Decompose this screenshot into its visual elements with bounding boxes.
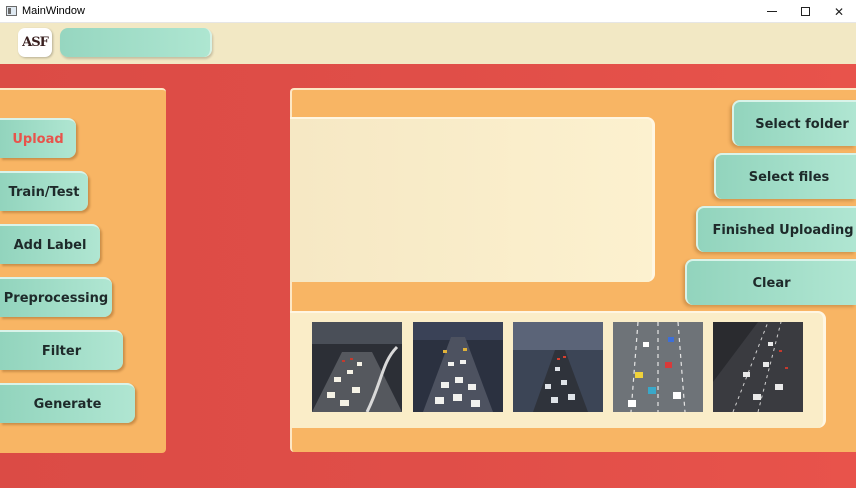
window-title: MainWindow xyxy=(22,5,85,17)
sidebar-item-preprocessing[interactable]: Preprocessing xyxy=(0,277,112,317)
highway-traffic-image-4[interactable] xyxy=(613,322,703,412)
logo-text: ASF xyxy=(22,35,49,50)
sidebar-item-generate[interactable]: Generate xyxy=(0,383,135,423)
close-icon: ✕ xyxy=(833,4,845,19)
header-search-field[interactable] xyxy=(60,28,212,57)
finished-uploading-button[interactable]: Finished Uploading xyxy=(696,206,856,252)
sidebar-item-add-label[interactable]: Add Label xyxy=(0,224,100,264)
thumbnail-5-graphic xyxy=(713,322,803,412)
highway-traffic-image-3[interactable] xyxy=(513,322,603,412)
highway-traffic-image-1[interactable] xyxy=(312,322,402,412)
minimize-button[interactable] xyxy=(755,0,789,23)
app-header: ASF xyxy=(0,23,856,64)
minimize-icon xyxy=(767,11,777,12)
thumbnail-3-graphic xyxy=(513,322,603,412)
highway-traffic-image-2[interactable] xyxy=(413,322,503,412)
select-files-button[interactable]: Select files xyxy=(714,153,856,199)
thumbnail-1-graphic xyxy=(312,322,402,412)
file-drop-area[interactable] xyxy=(290,117,655,282)
window-titlebar: MainWindow ✕ xyxy=(0,0,856,23)
highway-traffic-image-5[interactable] xyxy=(713,322,803,412)
window-app-icon xyxy=(6,6,17,16)
sidebar-item-upload[interactable]: Upload xyxy=(0,118,76,158)
select-folder-button[interactable]: Select folder xyxy=(732,100,856,146)
thumbnail-4-graphic xyxy=(613,322,703,412)
app-logo-icon: ASF xyxy=(18,28,52,57)
clear-button[interactable]: Clear xyxy=(685,259,856,305)
maximize-button[interactable] xyxy=(788,0,822,23)
close-button[interactable]: ✕ xyxy=(822,0,856,23)
sidebar-item-train-test[interactable]: Train/Test xyxy=(0,171,88,211)
thumbnail-2-graphic xyxy=(413,322,503,412)
sidebar-item-filter[interactable]: Filter xyxy=(0,330,123,370)
maximize-icon xyxy=(800,7,810,16)
